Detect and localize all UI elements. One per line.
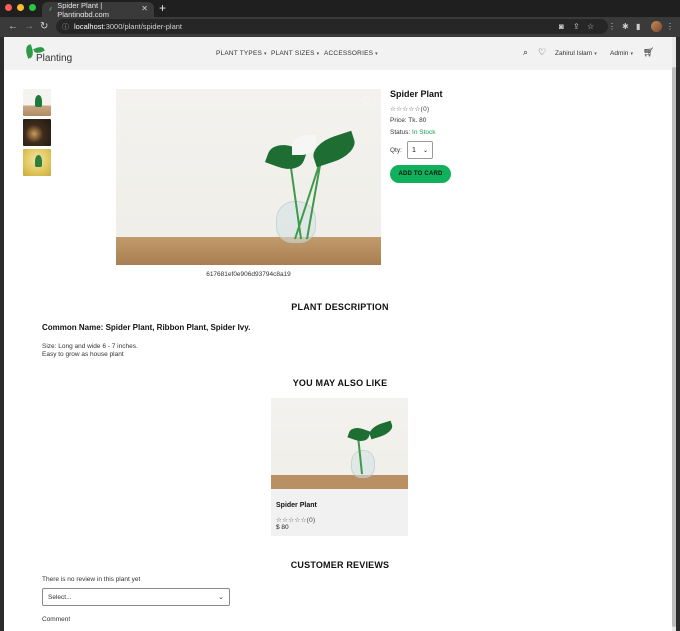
qty-label: Qty: (390, 147, 402, 154)
chevron-down-icon: ▾ (316, 51, 320, 57)
description-heading: PLANT DESCRIPTION (291, 302, 389, 312)
forward-arrow-icon[interactable]: → (24, 21, 34, 33)
nav-plant-sizes[interactable]: PLANT SIZES ▾ (271, 50, 319, 57)
sidebar-icon[interactable]: ▮ (636, 22, 640, 32)
close-window-button[interactable] (5, 4, 12, 11)
no-review-text: There is no review in this plant yet (42, 576, 141, 583)
related-product-price: $ 80 (276, 524, 289, 531)
chevron-down-icon: ⌄ (218, 594, 224, 601)
nav-label: PLANT SIZES (271, 50, 315, 57)
product-price: Price: Tk. 80 (390, 117, 427, 124)
care-text: Easy to grow as house plant (42, 351, 124, 358)
chevron-down-icon: ▾ (375, 51, 378, 57)
extension-icon[interactable]: ⋮ (608, 22, 616, 32)
status-badge: In Stock (412, 129, 436, 136)
rating-select[interactable]: Select... ⌄ (42, 588, 230, 606)
nav-plant-types[interactable]: PLANT TYPES ▾ (216, 50, 267, 57)
reviews-heading: CUSTOMER REVIEWS (290, 560, 390, 570)
product-thumbnail[interactable] (23, 89, 51, 116)
browser-titlebar: ⸙ Spider Plant | Plantingbd.com ✕ + (0, 0, 680, 19)
star-rating-icons: ☆☆☆☆☆ (276, 517, 307, 524)
page-viewport: Planting PLANT TYPES ▾ PLANT SIZES ▾ ACCES… (4, 37, 676, 631)
admin-label: Admin (610, 50, 629, 57)
comment-label: Comment (42, 616, 71, 623)
admin-menu[interactable]: Admin ▾ (610, 50, 633, 57)
info-icon[interactable]: ⓘ (62, 22, 69, 32)
chevron-down-icon: ▾ (594, 51, 597, 57)
nav-label: PLANT TYPES (216, 50, 263, 57)
url-host: localhost (74, 22, 104, 31)
chevron-down-icon: ⌄ (422, 147, 428, 154)
product-main-image (116, 89, 381, 265)
product-thumbnail[interactable] (23, 119, 51, 146)
qty-value: 1 (412, 146, 416, 154)
site-logo[interactable]: Planting (22, 43, 82, 65)
screenshot-icon[interactable]: ◙ (559, 22, 564, 32)
url-path: :3000/plant/spider-plant (103, 22, 182, 31)
puzzle-icon[interactable]: ✱ (622, 22, 629, 32)
heart-icon[interactable]: ♡ (538, 47, 546, 57)
size-text: Size: Long and wide 6 - 7 inches. (42, 343, 138, 350)
profile-avatar[interactable] (651, 21, 662, 32)
product-status: Status: In Stock (390, 129, 436, 136)
scrollbar-thumb[interactable] (672, 67, 676, 627)
image-table-surface (116, 237, 381, 265)
browser-tab[interactable]: ⸙ Spider Plant | Plantingbd.com ✕ (42, 0, 154, 19)
rating-count: (0) (306, 517, 316, 524)
chevron-down-icon: ▾ (630, 51, 633, 57)
address-bar[interactable]: ⓘ localhost :3000/plant/spider-plant (56, 19, 608, 34)
browser-toolbar: ← → ↻ ⓘ localhost :3000/plant/spider-pla… (0, 17, 680, 37)
wishlist-heart-icon[interactable]: ♡ (361, 97, 370, 107)
common-name: Common Name: Spider Plant, Ribbon Plant,… (42, 323, 251, 332)
rating-count: (0) (420, 106, 430, 113)
related-product-image[interactable] (271, 398, 408, 489)
related-product-rating: ☆☆☆☆☆(0) (276, 516, 316, 524)
related-heading: YOU MAY ALSO LIKE (292, 378, 388, 388)
cart-icon[interactable]: 🛒︎ (643, 47, 654, 57)
search-icon[interactable]: ⌕ (523, 47, 528, 57)
product-title: Spider Plant (390, 89, 443, 99)
product-image-id: 617681ef0e906d93794c8a19 (206, 271, 291, 278)
related-product-name[interactable]: Spider Plant (276, 502, 317, 509)
chevron-down-icon: ▾ (264, 51, 267, 57)
user-menu[interactable]: Zahirul Islam ▾ (555, 50, 597, 57)
rating-select-value: Select... (48, 593, 72, 601)
add-to-cart-button[interactable]: ADD TO CARD (390, 165, 451, 183)
share-icon[interactable]: ⇪ (573, 22, 580, 32)
product-thumbnail[interactable] (23, 149, 51, 176)
logo-text: Planting (36, 53, 73, 64)
new-tab-button[interactable]: + (159, 2, 166, 14)
nav-accessories[interactable]: ACCESSORIES ▾ (324, 50, 378, 57)
maximize-window-button[interactable] (29, 4, 36, 11)
bookmark-star-icon[interactable]: ☆ (587, 22, 594, 32)
back-arrow-icon[interactable]: ← (8, 21, 18, 33)
related-product-card[interactable]: Spider Plant ☆☆☆☆☆(0) $ 80 (271, 398, 408, 536)
minimize-window-button[interactable] (17, 4, 24, 11)
page-scrollbar[interactable] (672, 37, 676, 631)
qty-select[interactable]: 1 ⌄ (407, 141, 433, 159)
plant-favicon-icon: ⸙ (48, 6, 54, 13)
nav-label: ACCESSORIES (324, 50, 374, 57)
product-rating: ☆☆☆☆☆(0) (390, 105, 430, 113)
reload-icon[interactable]: ↻ (40, 21, 48, 33)
status-label: Status: (390, 129, 411, 136)
site-header: Planting PLANT TYPES ▾ PLANT SIZES ▾ ACCES… (4, 37, 676, 70)
star-rating-icons: ☆☆☆☆☆ (390, 106, 421, 113)
tab-title: Spider Plant | Plantingbd.com (57, 0, 109, 19)
user-name: Zahirul Islam (555, 50, 593, 57)
browser-menu-icon[interactable]: ⋮ (666, 22, 674, 32)
tab-close-icon[interactable]: ✕ (141, 4, 148, 13)
